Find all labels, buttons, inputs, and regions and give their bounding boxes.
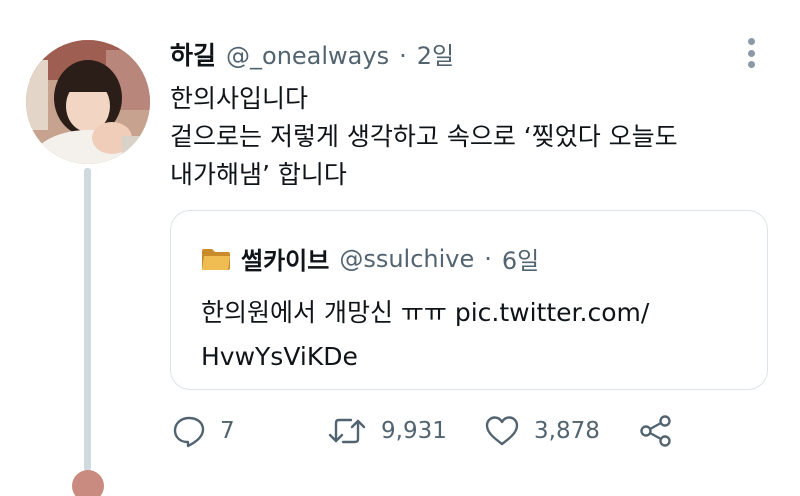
folder-icon [202,248,230,270]
quoted-timestamp: 6일 [501,247,540,275]
more-vertical-icon[interactable] [745,38,757,68]
quoted-tweet-header: 썰카이브 @ssulchive · 6일 [201,241,539,276]
separator-dot: · [399,42,407,70]
retweet-icon [328,418,366,444]
tweet[interactable]: 하길 @_onealways · 2일 한의사입니다 겉으로는 저렇게 생각하고… [0,0,800,496]
tweet-text-line: 겉으로는 저렇게 생각하고 속으로 ‘찢었다 오늘도 [170,122,678,151]
like-button[interactable]: 3,878 [484,414,600,448]
quoted-tweet[interactable]: 썰카이브 @ssulchive · 6일 한의원에서 개망신 ㅠㅠ pic.tw… [170,210,768,390]
heart-icon [485,416,519,446]
timestamp[interactable]: 2일 [417,36,454,71]
thread-line [84,168,91,471]
avatar[interactable] [26,40,150,164]
handle[interactable]: @_onealways [226,42,389,70]
separator-dot: · [484,244,492,273]
reply-icon [173,416,205,448]
tweet-text: 한의사입니다 겉으로는 저렇게 생각하고 속으로 ‘찢었다 오늘도 내가해냄’ … [170,80,760,194]
quoted-text-line: HvwYsViKDe [201,342,358,371]
retweet-button[interactable]: 9,931 [327,414,447,448]
tweet-header: 하길 @_onealways · 2일 [170,36,454,72]
reply-button[interactable]: 7 [172,414,235,448]
tweet-text-line: 내가해냄’ 합니다 [170,160,347,189]
like-count: 3,878 [534,418,600,444]
reply-count: 7 [220,418,235,444]
quoted-tweet-text: 한의원에서 개망신 ㅠㅠ pic.twitter.com/ HvwYsViKDe [201,291,761,379]
quoted-handle: @ssulchive [339,244,475,273]
display-name[interactable]: 하길 [170,36,216,72]
retweet-count: 9,931 [381,418,447,444]
profile-photo [26,40,150,164]
next-avatar [72,470,104,496]
quoted-text-line: 한의원에서 개망신 ㅠㅠ pic.twitter.com/ [201,298,650,327]
quoted-display-name: 썰카이브 [241,247,330,275]
share-button[interactable] [638,414,674,448]
share-icon [640,415,671,447]
tweet-text-line: 한의사입니다 [170,84,309,113]
